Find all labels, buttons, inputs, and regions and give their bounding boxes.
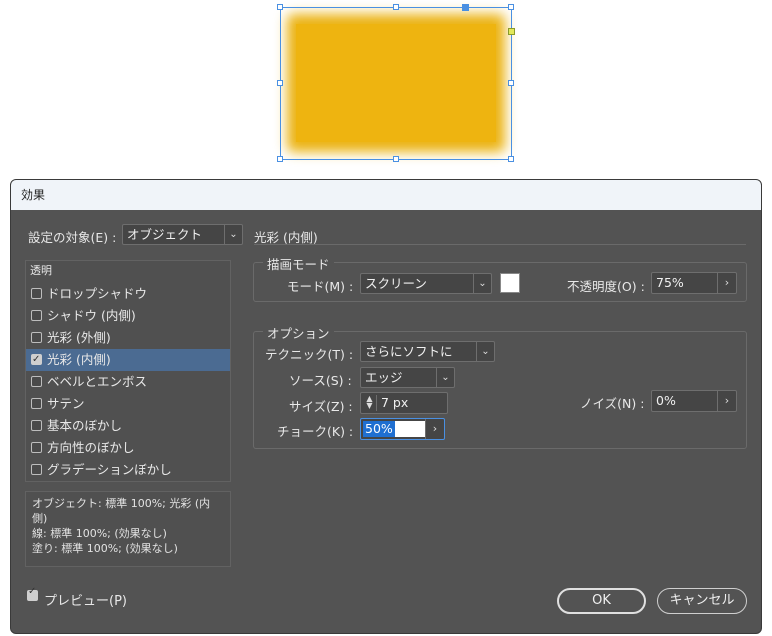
- checkbox[interactable]: [31, 420, 42, 431]
- resize-handle-middle-left[interactable]: [277, 80, 283, 86]
- effect-item-inner-glow[interactable]: 光彩 (内側): [26, 349, 230, 371]
- dialog-title: 効果: [11, 180, 761, 210]
- opacity-label: 不透明度(O) :: [567, 279, 645, 294]
- effect-item-label: 光彩 (内側): [47, 352, 111, 367]
- checkbox[interactable]: [31, 442, 42, 453]
- opacity-field[interactable]: 75% ›: [651, 272, 737, 294]
- checkbox[interactable]: [31, 310, 42, 321]
- target-label: 設定の対象(E) :: [28, 230, 117, 245]
- effect-item-bevel-emboss[interactable]: ベベルとエンボス: [26, 371, 230, 393]
- effect-item-label: 光彩 (外側): [47, 330, 111, 345]
- resize-handle-bottom-middle[interactable]: [393, 156, 399, 162]
- effect-item-outer-glow[interactable]: 光彩 (外側): [26, 327, 230, 349]
- chevron-right-icon[interactable]: ›: [425, 419, 444, 439]
- list-header-transparency[interactable]: 透明: [26, 261, 234, 281]
- summary-line: 線: 標準 100%; (効果なし): [32, 527, 167, 540]
- effect-item-label: 方向性のぼかし: [47, 440, 135, 455]
- effect-item-label: シャドウ (内側): [47, 308, 136, 323]
- noise-value: 0%: [656, 393, 676, 408]
- choke-field[interactable]: 50% ›: [360, 418, 445, 440]
- chevron-right-icon[interactable]: ›: [717, 273, 736, 293]
- preview-label[interactable]: プレビュー(P): [44, 590, 127, 609]
- technique-label: テクニック(T) :: [265, 347, 354, 362]
- effect-item-label: ドロップシャドウ: [47, 286, 148, 301]
- effect-item-label: サテン: [47, 396, 85, 411]
- chevron-right-icon[interactable]: ›: [717, 391, 736, 411]
- chevron-down-icon: ⌄: [436, 368, 454, 387]
- effect-item-directional-feather[interactable]: 方向性のぼかし: [26, 437, 230, 459]
- effect-item-label: ベベルとエンボス: [47, 374, 148, 389]
- target-value: オブジェクト: [127, 227, 203, 242]
- stepper-icon[interactable]: ▲ ▼: [363, 395, 377, 411]
- document-canvas[interactable]: [0, 0, 772, 182]
- technique-dropdown[interactable]: さらにソフトに ⌄: [360, 341, 495, 362]
- cancel-button[interactable]: キャンセル: [657, 588, 747, 614]
- noise-field[interactable]: 0% ›: [651, 390, 737, 412]
- effect-item-drop-shadow[interactable]: ドロップシャドウ: [26, 283, 230, 305]
- effect-item-basic-feather[interactable]: 基本のぼかし: [26, 415, 230, 437]
- glow-color-swatch[interactable]: [500, 273, 520, 293]
- list-header-label: 透明: [30, 264, 52, 277]
- blend-mode-group-title: 描画モード: [263, 254, 334, 273]
- effects-list: 透明 ドロップシャドウ シャドウ (内側) 光彩 (外側) 光彩 (内側) ベベ…: [25, 260, 231, 482]
- chevron-down-icon: ⌄: [473, 274, 491, 293]
- size-field[interactable]: ▲ ▼ 7 px: [360, 392, 448, 414]
- size-label: サイズ(Z) :: [289, 399, 353, 414]
- effect-item-label: 基本のぼかし: [47, 418, 123, 433]
- source-label: ソース(S) :: [289, 373, 352, 388]
- checkbox[interactable]: [31, 332, 42, 343]
- effect-item-label: グラデーションぼかし: [47, 462, 172, 477]
- chevron-down-icon: ⌄: [224, 225, 242, 244]
- resize-handle-bottom-left[interactable]: [277, 156, 283, 162]
- chevron-down-icon: ⌄: [476, 342, 494, 361]
- source-value: エッジ: [365, 370, 403, 385]
- choke-label: チョーク(K) :: [277, 424, 354, 439]
- resize-handle-bottom-right[interactable]: [508, 156, 514, 162]
- options-group-title: オプション: [263, 323, 334, 342]
- effects-summary: オブジェクト: 標準 100%; 光彩 (内 側) 線: 標準 100%; (効…: [25, 491, 231, 567]
- checkmark-icon: ✓: [28, 586, 37, 597]
- section-divider: [254, 244, 746, 245]
- effects-dialog: 効果 設定の対象(E) : オブジェクト ⌄ 光彩 (内側) 透明 ドロップシャ…: [10, 179, 762, 634]
- checkbox[interactable]: [31, 288, 42, 299]
- target-dropdown[interactable]: オブジェクト ⌄: [122, 224, 243, 245]
- checkbox[interactable]: [31, 376, 42, 387]
- ok-button[interactable]: OK: [557, 588, 646, 614]
- mode-dropdown[interactable]: スクリーン ⌄: [360, 273, 492, 294]
- mode-label: モード(M) :: [287, 279, 354, 294]
- selection-frame[interactable]: [277, 4, 515, 162]
- checkbox-checked[interactable]: [31, 349, 42, 371]
- effect-item-inner-shadow[interactable]: シャドウ (内側): [26, 305, 230, 327]
- corner-option-handle[interactable]: [508, 28, 515, 35]
- resize-handle-top-right[interactable]: [508, 4, 514, 10]
- summary-line: オブジェクト: 標準 100%; 光彩 (内: [32, 497, 211, 510]
- size-value: 7 px: [381, 395, 409, 410]
- preview-checkbox[interactable]: ✓: [27, 586, 38, 601]
- checkbox[interactable]: [31, 398, 42, 409]
- effect-item-gradient-feather[interactable]: グラデーションぼかし: [26, 459, 230, 481]
- summary-line: 側): [32, 512, 48, 525]
- resize-handle-top-left[interactable]: [277, 4, 283, 10]
- choke-value[interactable]: 50%: [363, 421, 395, 437]
- effect-item-satin[interactable]: サテン: [26, 393, 230, 415]
- reference-point-handle[interactable]: [462, 4, 469, 11]
- opacity-value: 75%: [656, 275, 684, 290]
- resize-handle-top-middle[interactable]: [393, 4, 399, 10]
- mode-value: スクリーン: [365, 276, 427, 291]
- checkbox[interactable]: [31, 464, 42, 475]
- technique-value: さらにソフトに: [365, 344, 453, 359]
- noise-label: ノイズ(N) :: [580, 396, 645, 411]
- summary-line: 塗り: 標準 100%; (効果なし): [32, 542, 178, 555]
- resize-handle-middle-right[interactable]: [508, 80, 514, 86]
- source-dropdown[interactable]: エッジ ⌄: [360, 367, 455, 388]
